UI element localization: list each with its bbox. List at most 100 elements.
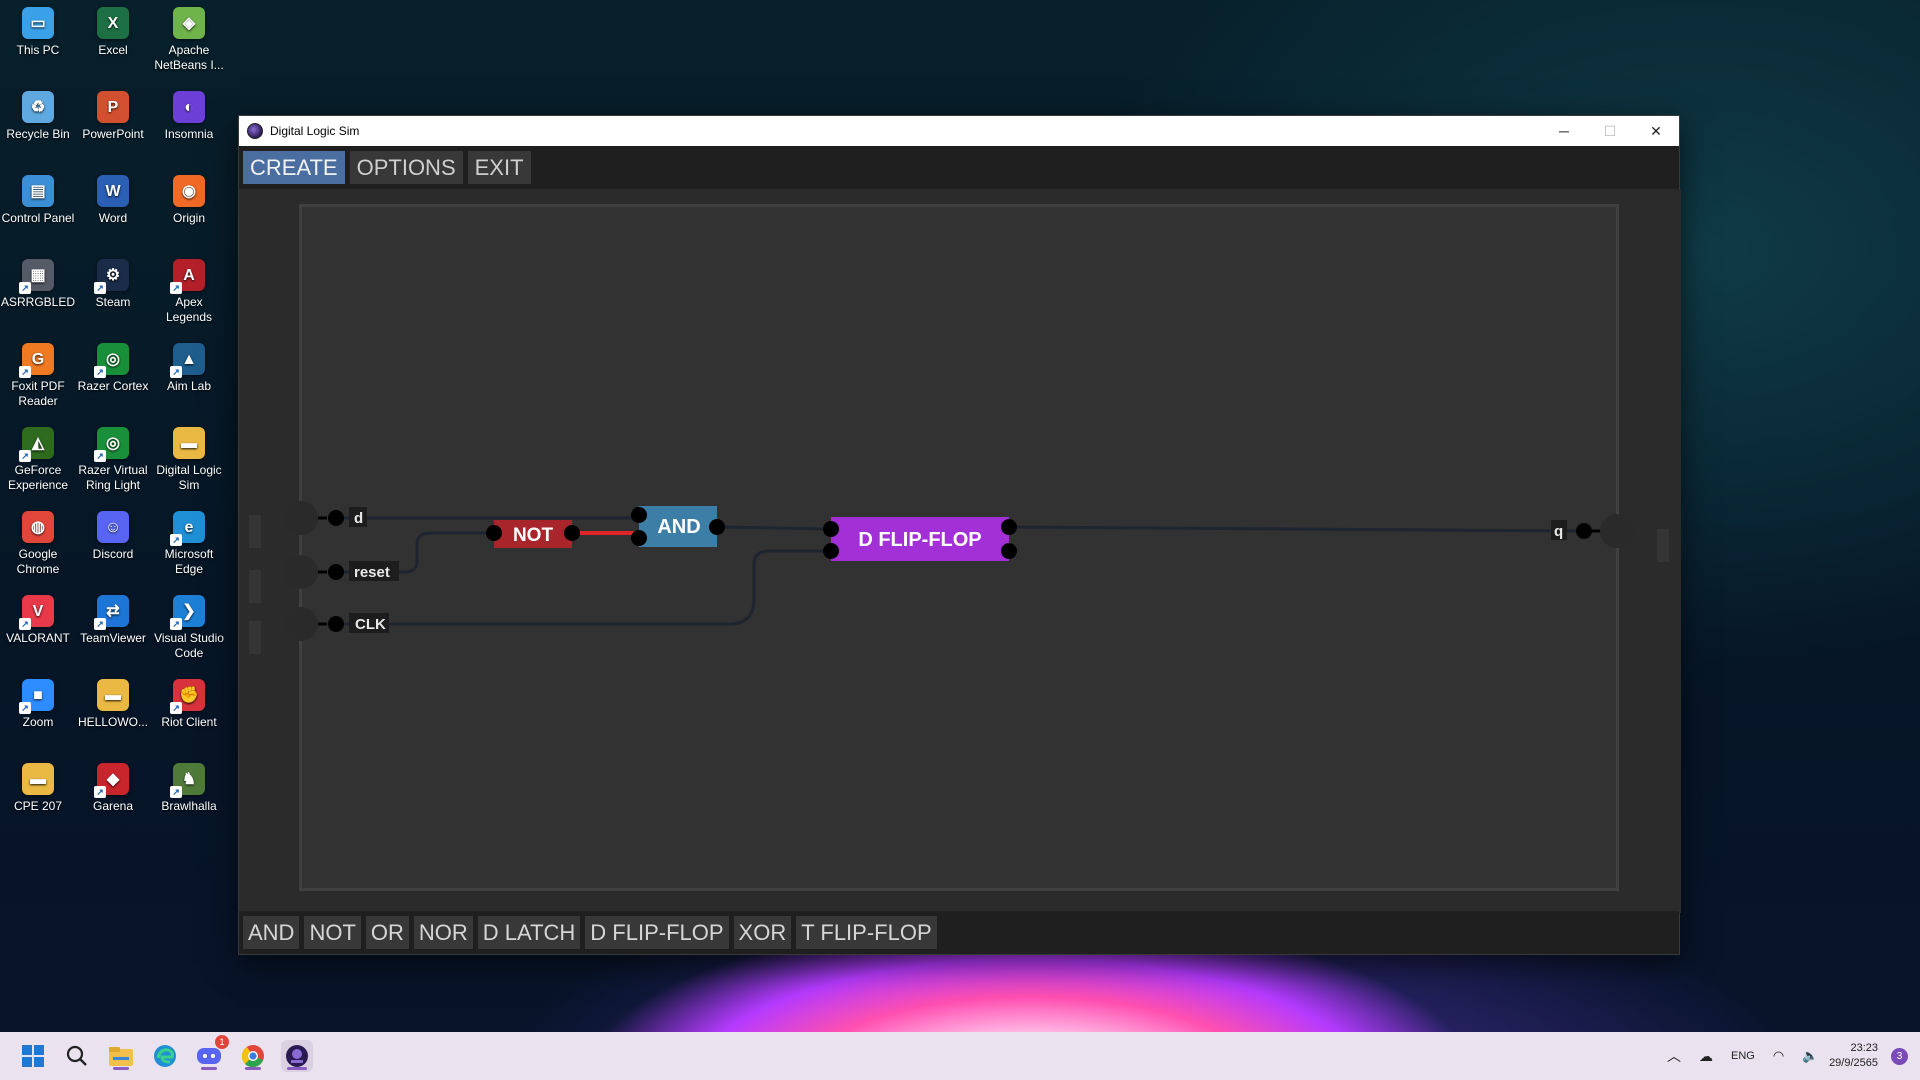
input-pin-reset[interactable] xyxy=(284,555,318,589)
discord-icon[interactable]: 1 xyxy=(193,1035,229,1072)
desktop-icon-razer-virtual-ring-light[interactable]: ◎ ↗ Razer Virtual Ring Light xyxy=(75,427,151,493)
exit-button[interactable]: EXIT xyxy=(467,151,531,184)
desktop-icon-brawlhalla[interactable]: ♞ ↗ Brawlhalla xyxy=(151,763,227,814)
and-input-node-a[interactable] xyxy=(631,507,647,523)
shortcut-arrow-icon: ↗ xyxy=(19,618,31,630)
create-button[interactable]: CREATE xyxy=(243,151,345,184)
desktop-icon-label: Riot Client xyxy=(161,715,217,729)
desktop-icon-visual-studio-code[interactable]: ❯ ↗ Visual Studio Code xyxy=(151,595,227,661)
desktop-icon-microsoft-edge[interactable]: e ↗ Microsoft Edge xyxy=(151,511,227,577)
and-output-node[interactable] xyxy=(709,519,725,535)
desktop-icon-apache-netbeans-i[interactable]: ◈ Apache NetBeans I... xyxy=(151,7,227,73)
wire-clk-to-dff[interactable] xyxy=(334,549,831,626)
input-node-clk[interactable] xyxy=(328,616,344,632)
desktop-icon-aim-lab[interactable]: ▲ ↗ Aim Lab xyxy=(151,343,227,394)
and-input-node-b[interactable] xyxy=(631,530,647,546)
close-button[interactable]: ✕ xyxy=(1633,116,1679,146)
wire-and-to-dff[interactable] xyxy=(716,525,832,531)
desktop-icon-riot-client[interactable]: ✊ ↗ Riot Client xyxy=(151,679,227,730)
chrome-icon[interactable] xyxy=(237,1040,269,1072)
options-button[interactable]: OPTIONS xyxy=(349,151,463,184)
input-node-d[interactable] xyxy=(328,510,344,526)
desktop-icon-discord[interactable]: ☺ Discord xyxy=(75,511,151,562)
palette-and-button[interactable]: AND xyxy=(243,916,300,949)
file-explorer-icon[interactable] xyxy=(105,1040,137,1072)
onedrive-icon[interactable]: ☁ xyxy=(1699,1048,1713,1065)
desktop-icon-word[interactable]: W Word xyxy=(75,175,151,226)
desktop-icon-label: CPE 207 xyxy=(13,799,63,813)
desktop-icon-google-chrome[interactable]: ◍ Google Chrome xyxy=(0,511,76,577)
output-node-q[interactable] xyxy=(1576,523,1592,539)
desktop-icon-digital-logic-sim[interactable]: ▬ Digital Logic Sim xyxy=(151,427,227,493)
minimize-button[interactable]: ─ xyxy=(1541,116,1587,146)
shortcut-arrow-icon: ↗ xyxy=(170,366,182,378)
wifi-icon[interactable]: ◠ xyxy=(1773,1048,1784,1064)
windows-start-icon[interactable] xyxy=(17,1040,49,1072)
palette-xor-button[interactable]: XOR xyxy=(733,916,792,949)
desktop-icon-valorant[interactable]: V ↗ VALORANT xyxy=(0,595,76,646)
digital-logic-sim-window: Digital Logic Sim ─ ☐ ✕ CREATE OPTIONS E… xyxy=(238,115,1681,955)
insomnia-icon: ◐ xyxy=(173,91,205,123)
dff-input-node-d[interactable] xyxy=(823,521,839,537)
desktop-icon-label: HELLOWO... xyxy=(77,715,148,729)
desktop-icon-label: GeForce Experience xyxy=(7,463,69,492)
gate-palette: AND NOT OR NOR D LATCH D FLIP-FLOP XOR T FLIP-F… xyxy=(239,911,1679,954)
not-input-node[interactable] xyxy=(486,525,502,541)
desktop-icon-origin[interactable]: ◉ Origin xyxy=(151,175,227,226)
palette-not-button[interactable]: NOT xyxy=(304,916,361,949)
dff-input-node-clk[interactable] xyxy=(823,543,839,559)
wire-dff-to-q[interactable] xyxy=(1008,525,1585,533)
foxit-icon: G ↗ xyxy=(19,343,54,378)
input-pin-d[interactable] xyxy=(284,501,318,535)
clock[interactable]: 23:23 29/9/2565 xyxy=(1829,1041,1878,1071)
desktop-icon-hellowo[interactable]: ▬ HELLOWO... xyxy=(75,679,151,730)
desktop-icon-excel[interactable]: X Excel xyxy=(75,7,151,58)
input-node-reset[interactable] xyxy=(328,564,344,580)
desktop-icon-recycle-bin[interactable]: ♻ Recycle Bin xyxy=(0,91,76,142)
output-pin-q[interactable] xyxy=(1600,514,1634,548)
palette-or-button[interactable]: OR xyxy=(365,916,409,949)
razer-ring-icon: ◎ ↗ xyxy=(94,427,129,462)
shortcut-arrow-icon: ↗ xyxy=(170,534,182,546)
search-icon[interactable] xyxy=(61,1040,93,1072)
desktop-icon-this-pc[interactable]: ▭ This PC xyxy=(0,7,76,58)
desktop-icon-asrrgbled[interactable]: ▦ ↗ ASRRGBLED xyxy=(0,259,76,310)
palette-d-latch-button[interactable]: D LATCH xyxy=(477,916,581,949)
language-indicator[interactable]: ENG xyxy=(1731,1050,1755,1062)
dff-output-node-q[interactable] xyxy=(1001,519,1017,535)
digital-logic-sim-taskbar-button[interactable] xyxy=(281,1040,313,1072)
input-label-reset: reset xyxy=(354,564,390,581)
dff-output-node-qbar[interactable] xyxy=(1001,543,1017,559)
desktop-icon-insomnia[interactable]: ◐ Insomnia xyxy=(151,91,227,142)
shortcut-arrow-icon: ↗ xyxy=(19,450,31,462)
palette-nor-button[interactable]: NOR xyxy=(413,916,473,949)
circuit-canvas: d reset CLK NOT AND D FLIP-FLOP q xyxy=(284,501,1634,641)
system-tray: ︿ ☁ ENG ◠ 🔈 xyxy=(1667,1032,1818,1080)
d-flip-flop-label: D FLIP-FLOP xyxy=(858,529,981,551)
notification-badge[interactable]: 3 xyxy=(1891,1048,1908,1065)
palette-d-flip-flop-button[interactable]: D FLIP-FLOP xyxy=(585,916,729,949)
desktop-icon-label: Control Panel xyxy=(1,211,75,225)
desktop-icon-razer-cortex[interactable]: ◎ ↗ Razer Cortex xyxy=(75,343,151,394)
chevron-up-icon[interactable]: ︿ xyxy=(1667,1046,1681,1066)
desktop-icon-control-panel[interactable]: ▤ Control Panel xyxy=(0,175,76,226)
desktop-icon-steam[interactable]: ⚙ ↗ Steam xyxy=(75,259,151,310)
edge-icon[interactable] xyxy=(149,1040,181,1072)
desktop-icon-powerpoint[interactable]: P PowerPoint xyxy=(75,91,151,142)
palette-t-flip-flop-button[interactable]: T FLIP-FLOP xyxy=(796,916,937,949)
desktop-icon-garena[interactable]: ◆ ↗ Garena xyxy=(75,763,151,814)
desktop-icon-teamviewer[interactable]: ⇄ ↗ TeamViewer xyxy=(75,595,151,646)
not-output-node[interactable] xyxy=(564,525,580,541)
input-pin-clk[interactable] xyxy=(284,607,318,641)
desktop-icon-label: Razer Virtual Ring Light xyxy=(78,463,148,492)
desktop-icon-apex-legends[interactable]: A ↗ Apex Legends xyxy=(151,259,227,325)
steam-icon: ⚙ ↗ xyxy=(94,259,129,294)
desktop-icon-zoom[interactable]: ■ ↗ Zoom xyxy=(0,679,76,730)
desktop-icon-foxit-pdf-reader[interactable]: G ↗ Foxit PDF Reader xyxy=(0,343,76,409)
volume-icon[interactable]: 🔈 xyxy=(1802,1048,1818,1064)
desktop-icon-cpe-207[interactable]: ▬ CPE 207 xyxy=(0,763,76,814)
window-titlebar[interactable]: Digital Logic Sim ─ ☐ ✕ xyxy=(239,116,1679,146)
desktop-icon-label: Discord xyxy=(92,547,134,561)
desktop-icon-label: ASRRGBLED xyxy=(0,295,76,309)
desktop-icon-geforce-experience[interactable]: ◭ ↗ GeForce Experience xyxy=(0,427,76,493)
